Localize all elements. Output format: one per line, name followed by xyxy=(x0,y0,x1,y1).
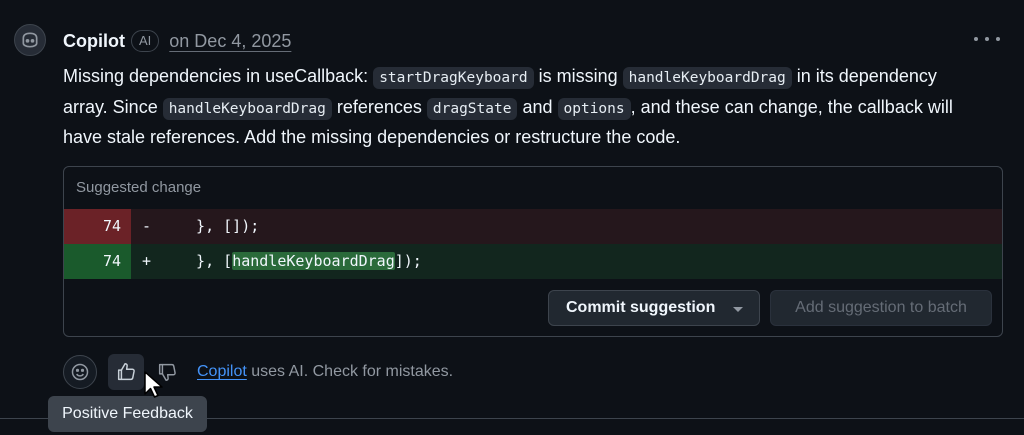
line-number: 74 xyxy=(64,209,131,244)
suggested-change-box: Suggested change 74 - }, []); 74 + }, [h… xyxy=(63,166,1003,337)
code-prefix: }, [ xyxy=(178,252,233,270)
body-text-4: references xyxy=(331,96,427,117)
line-number: 74 xyxy=(64,244,131,279)
copilot-icon xyxy=(22,32,38,48)
copilot-avatar[interactable] xyxy=(14,24,46,56)
thumbs-up-icon xyxy=(117,363,135,381)
divider xyxy=(0,418,1024,419)
add-to-batch-label: Add suggestion to batch xyxy=(795,299,967,316)
inline-code: options xyxy=(557,97,631,120)
smiley-icon xyxy=(71,363,89,381)
body-text-1: Missing dependencies in useCallback: xyxy=(63,66,374,86)
disclaimer-text: uses AI. Check for mistakes. xyxy=(246,363,454,380)
inline-code: startDragKeyboard xyxy=(373,67,534,89)
add-reaction-button[interactable] xyxy=(63,355,97,389)
body-text-2: is missing xyxy=(533,66,623,86)
ai-disclaimer: Copilot uses AI. Check for mistakes. xyxy=(197,363,453,381)
inline-code: dragState xyxy=(426,97,518,120)
author-name[interactable]: Copilot xyxy=(63,31,125,52)
diff-row-deleted: 74 - }, []); xyxy=(64,209,1002,244)
thumbs-up-button[interactable] xyxy=(108,354,144,390)
comment-date-link[interactable]: on Dec 4, 2025 xyxy=(169,31,291,52)
more-options-icon[interactable] xyxy=(974,28,1000,50)
inline-code: handleKeyboardDrag xyxy=(622,67,792,89)
commit-suggestion-button[interactable]: Commit suggestion xyxy=(548,290,760,326)
comment-header: Copilot AI on Dec 4, 2025 xyxy=(63,28,291,54)
body-text-5: and xyxy=(517,96,558,117)
diff-sign: + xyxy=(142,252,152,270)
code-highlight: handleKeyboardDrag xyxy=(232,252,395,270)
commit-suggestion-label: Commit suggestion xyxy=(566,299,716,316)
diff-code: }, [handleKeyboardDrag]); xyxy=(178,244,422,279)
diff-code: }, []); xyxy=(178,217,260,235)
code-suffix: ]); xyxy=(394,252,422,270)
diff-sign: - xyxy=(142,217,152,235)
comment-body: Missing dependencies in useCallback: sta… xyxy=(63,62,963,152)
inline-code: handleKeyboardDrag xyxy=(162,97,332,120)
comment-footer: Copilot uses AI. Check for mistakes. xyxy=(63,354,453,390)
mouse-cursor-icon xyxy=(144,371,163,398)
suggested-change-title: Suggested change xyxy=(76,179,202,196)
diff-row-added: 74 + }, [handleKeyboardDrag]); xyxy=(64,244,1002,279)
chevron-down-icon xyxy=(733,307,743,312)
add-to-batch-button[interactable]: Add suggestion to batch xyxy=(770,290,992,326)
copilot-link[interactable]: Copilot xyxy=(197,363,247,380)
ai-badge: AI xyxy=(130,30,160,52)
tooltip: Positive Feedback xyxy=(48,396,207,432)
